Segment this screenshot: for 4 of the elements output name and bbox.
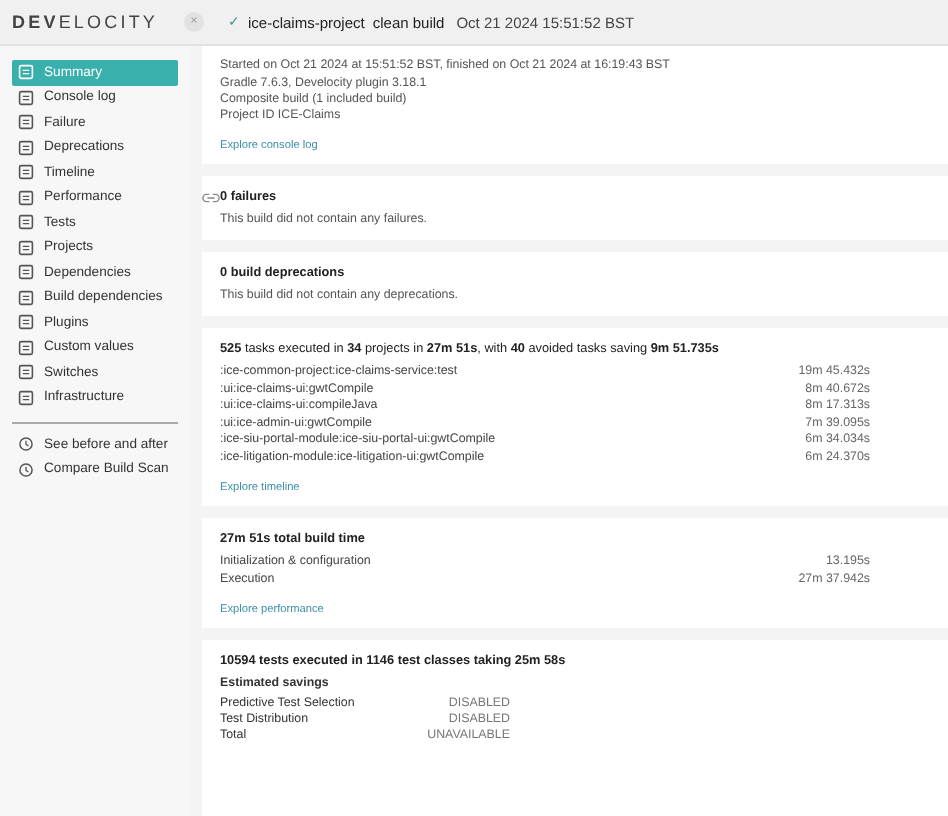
logo: DEVELOCITY (10, 12, 161, 32)
list-icon (18, 64, 34, 81)
link-icon (202, 191, 220, 203)
history-icon (18, 436, 34, 453)
